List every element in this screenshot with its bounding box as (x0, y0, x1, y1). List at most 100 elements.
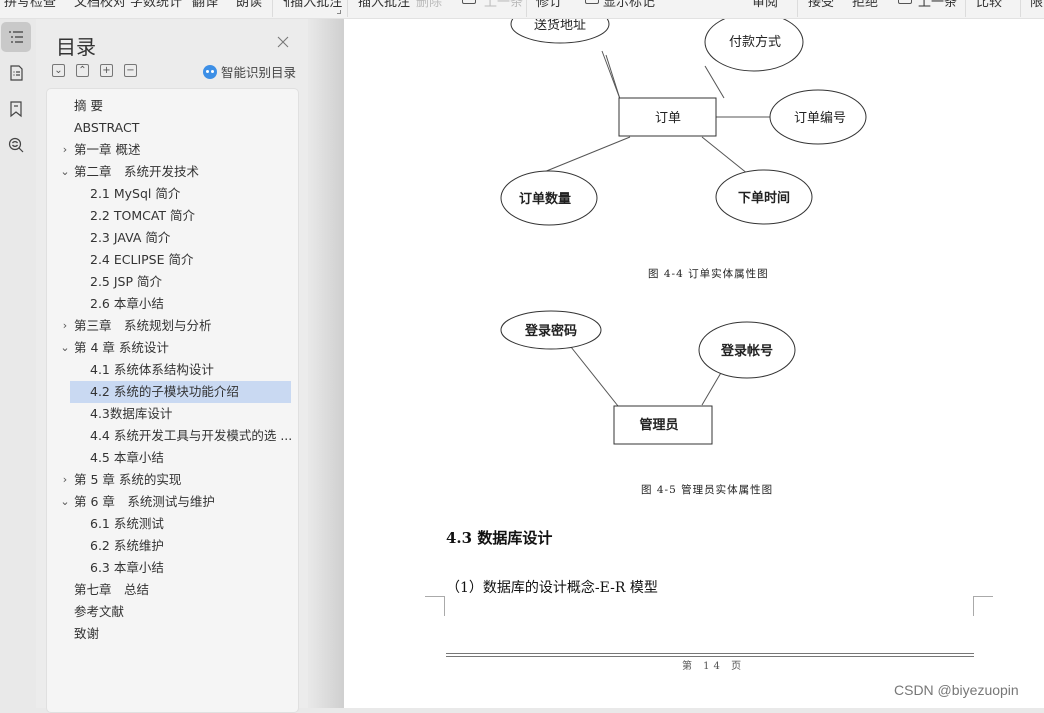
toc-item[interactable]: 4.4 系统开发工具与开发模式的选 ... (47, 425, 298, 447)
plus-icon: + (102, 64, 111, 76)
toc-item[interactable]: 6.2 系统维护 (47, 535, 298, 557)
toc-item[interactable]: 6.1 系统测试 (47, 513, 298, 535)
entity-label: 订单 (655, 111, 681, 126)
toc-item[interactable]: 致谢 (47, 623, 298, 645)
toolbar-spellcheck[interactable]: 拼写检查 (4, 0, 56, 10)
toc-item[interactable]: 4.5 本章小结 (47, 447, 298, 469)
toc-item-label: 2.2 TOMCAT 简介 (90, 208, 196, 223)
collapse-all-button[interactable]: ⌃ (76, 64, 89, 77)
toc-item-label: 摘 要 (74, 98, 103, 113)
toc-item[interactable]: ⌄ 第二章 系统开发技术 (47, 161, 298, 183)
toolbar-show-markup[interactable]: 显示标记 (603, 0, 655, 10)
attribute-label: 订单数量 (519, 191, 571, 207)
toolbar-prev-change[interactable]: 上一条 (918, 0, 957, 10)
attribute-label: 下单时间 (738, 190, 790, 206)
chevron-down-icon[interactable]: ⌄ (59, 337, 71, 359)
bookmark-icon (10, 101, 22, 118)
toolbar-compare[interactable]: 比较 (976, 0, 1002, 10)
group-launcher-icon[interactable] (337, 10, 341, 14)
toolbar-comment[interactable]: ¶插入批注 (282, 0, 342, 10)
toolbar-delete[interactable]: 删除 (416, 0, 442, 10)
page-gutter (308, 19, 344, 708)
remove-level-button[interactable]: − (124, 64, 137, 77)
prev-change-icon[interactable] (898, 0, 912, 4)
toc-item-label: 2.5 JSP 简介 (90, 274, 162, 289)
toolbar-word-count[interactable]: 字数统计 (130, 0, 182, 10)
body-paragraph: （1）数据库的设计概念-E-R 模型 (446, 580, 658, 596)
toolbar-divider (347, 0, 348, 17)
toolbar-proofread[interactable]: 文档校对 (74, 0, 126, 10)
toc-item-label: 第 5 章 系统的实现 (74, 472, 182, 487)
toc-item[interactable]: 2.1 MySql 简介 (47, 183, 298, 205)
ribbon-toolbar: 拼写检查 文档校对 字数统计 翻译 朗读 ¶插入批注 插入批注 删除 上一条 修… (0, 0, 1044, 19)
attribute-label: 送货地址 (534, 19, 586, 33)
figure-caption: 图 4-4 订单实体属性图 (648, 268, 769, 280)
entity-label: 管理员 (639, 417, 678, 433)
toc-item[interactable]: 摘 要 (47, 95, 298, 117)
chevron-right-icon[interactable]: › (59, 139, 71, 161)
toolbar-revise[interactable]: 修订 (536, 0, 562, 10)
toc-panel: 目录 ⌄ ⌃ + − 智能识别目录 摘 要 ABSTRACT › 第一章 概述 ⌄ 第二章… (36, 19, 308, 713)
add-level-button[interactable]: + (100, 64, 113, 77)
toc-item[interactable]: ABSTRACT (47, 117, 298, 139)
smart-toc-button[interactable]: 智能识别目录 (203, 62, 296, 81)
document-page[interactable]: 送货地址 付款方式 订单编号 订单数量 下单时间 订单 登录密码 登录帐号 管理… (344, 19, 1044, 708)
toc-item-label: 4.5 本章小结 (90, 450, 164, 465)
toolbar-previous[interactable]: 上一条 (484, 0, 523, 10)
crop-mark (973, 596, 993, 616)
toc-item[interactable]: › 第 5 章 系统的实现 (47, 469, 298, 491)
toolbar-divider (1020, 0, 1021, 17)
toc-item[interactable]: 参考文献 (47, 601, 298, 623)
attribute-label: 订单编号 (794, 111, 846, 126)
toc-item[interactable]: 第七章 总结 (47, 579, 298, 601)
toolbar-review[interactable]: 审阅 (752, 0, 778, 10)
er-diagrams: 送货地址 付款方式 订单编号 订单数量 下单时间 订单 登录密码 登录帐号 管理… (500, 19, 867, 445)
show-markup-icon[interactable] (585, 0, 599, 4)
connector-line (570, 346, 619, 407)
chevron-right-icon[interactable]: › (59, 315, 71, 337)
toc-item[interactable]: 2.6 本章小结 (47, 293, 298, 315)
toc-item[interactable]: 4.3数据库设计 (47, 403, 298, 425)
chevron-down-icon[interactable]: ⌄ (59, 161, 71, 183)
toolbar-accept[interactable]: 接受 (808, 0, 834, 10)
previous-icon[interactable] (462, 0, 476, 4)
connector-line (543, 136, 631, 173)
close-icon[interactable] (276, 35, 290, 49)
toc-item[interactable]: 6.3 本章小结 (47, 557, 298, 579)
toc-item[interactable]: ⌄ 第 6 章 系统测试与维护 (47, 491, 298, 513)
toc-item[interactable]: 4.1 系统体系结构设计 (47, 359, 298, 381)
toc-item[interactable]: 2.3 JAVA 简介 (47, 227, 298, 249)
toolbar-reject[interactable]: 拒绝 (852, 0, 878, 10)
toolbar-divider (526, 0, 527, 17)
toc-item[interactable]: › 第一章 概述 (47, 139, 298, 161)
chevron-right-icon[interactable]: › (59, 469, 71, 491)
toc-item-label: 6.3 本章小结 (90, 560, 164, 575)
page-number: 第 14 页 (682, 661, 746, 672)
document-area: 送货地址 付款方式 订单编号 订单数量 下单时间 订单 登录密码 登录帐号 管理… (308, 19, 1044, 708)
section-heading: 4.3 数据库设计 (446, 529, 553, 547)
toolbar-divider (965, 0, 966, 17)
smart-toc-label: 智能识别目录 (221, 65, 297, 80)
minus-icon: − (126, 64, 135, 76)
toc-item[interactable]: 2.5 JSP 简介 (47, 271, 298, 293)
toc-item[interactable]: › 第三章 系统规划与分析 (47, 315, 298, 337)
toc-item[interactable]: ⌄ 第 4 章 系统设计 (47, 337, 298, 359)
attribute-label: 登录密码 (524, 323, 577, 339)
toolbar-restrict[interactable]: 限 (1030, 0, 1043, 10)
toolbar-insert-comment[interactable]: 插入批注 (358, 0, 410, 10)
toc-item[interactable]: 2.2 TOMCAT 简介 (47, 205, 298, 227)
rail-outline-button[interactable] (1, 58, 31, 88)
expand-all-button[interactable]: ⌄ (52, 64, 65, 77)
rail-bookmark-button[interactable] (1, 94, 31, 124)
toolbar-read-aloud[interactable]: 朗读 (236, 0, 262, 10)
toc-item-label: 6.2 系统维护 (90, 538, 164, 553)
toc-item-label: 4.2 系统的子模块功能介绍 (90, 384, 239, 399)
toc-item[interactable]: 2.4 ECLIPSE 简介 (47, 249, 298, 271)
admin-er-diagram: 登录密码 登录帐号 管理员 (500, 310, 796, 445)
rail-toc-button[interactable] (1, 22, 31, 52)
toolbar-translate[interactable]: 翻译 (192, 0, 218, 10)
rail-find-button[interactable] (1, 130, 31, 160)
toc-item-label: 第 4 章 系统设计 (74, 340, 169, 355)
chevron-down-icon[interactable]: ⌄ (59, 491, 71, 513)
toc-item[interactable]: 4.2 系统的子模块功能介绍 (70, 381, 291, 403)
